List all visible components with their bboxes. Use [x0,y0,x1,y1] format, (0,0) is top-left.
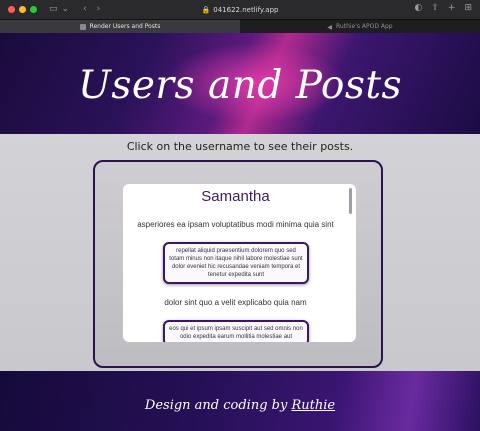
tab-label: Render Users and Posts [89,23,161,30]
share-icon[interactable]: ⇧ [431,4,439,13]
author-link[interactable]: Ruthie [291,398,335,413]
footer-prefix: Design and coding by [144,398,292,413]
chevron-down-icon[interactable]: ⌄ [62,5,70,14]
username-link[interactable]: Samantha [123,188,348,205]
toolbar-actions: ◐ ⇧ + ⊞ [415,4,473,13]
footer: Design and coding by Ruthie [0,371,480,431]
minimize-window-button[interactable] [19,6,26,13]
instruction-text: Click on the username to see their posts… [126,140,354,153]
sidebar-icon[interactable]: ▭ [49,5,58,14]
speaker-icon: ◀ [327,23,333,31]
page-title: Users and Posts [77,63,403,108]
tab-render-users-and-posts[interactable]: Render Users and Posts [0,20,240,33]
user-posts-card[interactable]: Samantha asperiores ea ipsam voluptatibu… [123,184,356,342]
post-body: eos qui et ipsum ipsam suscipit aut sed … [163,320,309,342]
post-body: repellat aliquid praesentium dolorem quo… [163,242,309,284]
hero-banner: Users and Posts [0,33,480,134]
tab-bar: Render Users and Posts ◀ Ruthie's APOD A… [0,19,480,33]
privacy-icon[interactable]: ◐ [415,4,423,13]
browser-toolbar: ▭ ⌄ ‹ › 🔒 041622.netlify.app ◐ ⇧ + ⊞ [0,0,480,19]
tab-label: Ruthie's APOD App [336,23,393,30]
post-title: dolor sint quo a velit explicabo quia na… [164,298,307,307]
lock-icon: 🔒 [201,5,211,14]
posts-frame: Samantha asperiores ea ipsam voluptatibu… [93,160,383,368]
web-page: Users and Posts Click on the username to… [0,33,480,431]
close-window-button[interactable] [8,6,15,13]
footer-credit: Design and coding by Ruthie [0,398,480,413]
forward-icon[interactable]: › [97,5,101,14]
post-title: asperiores ea ipsam voluptatibus modi mi… [137,220,334,229]
tab-apod-app[interactable]: ◀ Ruthie's APOD App [240,20,480,33]
main-content: Click on the username to see their posts… [0,134,480,371]
zoom-window-button[interactable] [30,6,37,13]
new-tab-icon[interactable]: + [448,4,456,13]
window-controls [8,6,37,13]
scrollbar[interactable] [349,188,352,214]
address-bar[interactable]: 🔒 041622.netlify.app [201,4,279,15]
favicon-icon [79,23,86,30]
browser-window: ▭ ⌄ ‹ › 🔒 041622.netlify.app ◐ ⇧ + ⊞ Ren… [0,0,480,431]
tab-overview-icon[interactable]: ⊞ [464,4,472,13]
address-text: 041622.netlify.app [213,5,279,14]
back-icon[interactable]: ‹ [83,5,87,14]
